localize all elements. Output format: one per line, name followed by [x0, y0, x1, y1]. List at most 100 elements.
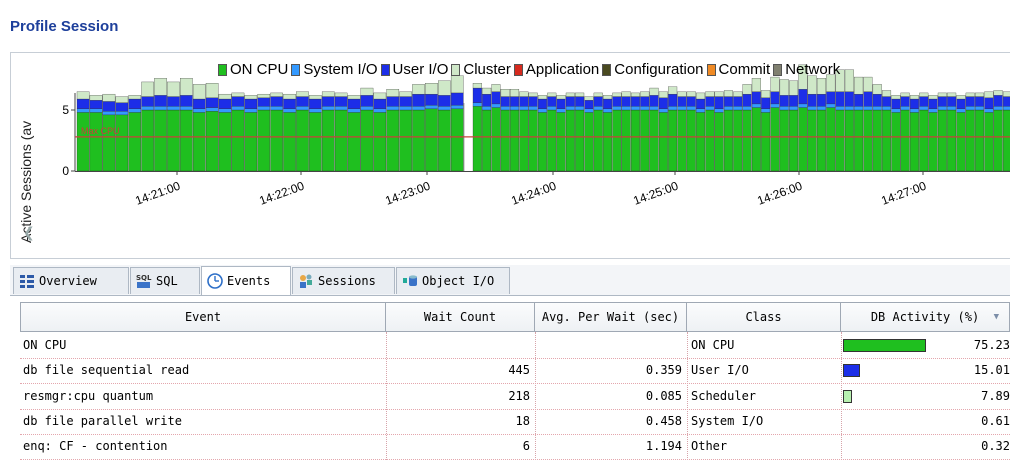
tab-object-i-o[interactable]: Object I/O	[396, 267, 510, 294]
cell-wait-count: 218	[508, 388, 530, 403]
bar-segment	[947, 92, 957, 97]
bar-segment	[309, 95, 322, 100]
sort-desc-icon[interactable]: ▼	[994, 312, 999, 322]
bar-segment	[696, 92, 706, 100]
bar-segment	[900, 92, 910, 97]
bar-segment	[909, 108, 919, 113]
bar-segment	[309, 108, 322, 113]
bar-segment	[826, 107, 836, 172]
bar-segment	[919, 92, 929, 97]
column-header-event[interactable]: Event	[20, 302, 386, 332]
table-row[interactable]: resmgr:cpu quantum 218 0.085 Scheduler 7.89	[20, 384, 1010, 410]
tab-label: Sessions	[318, 274, 376, 288]
bar-segment	[76, 98, 90, 109]
bar-segment	[556, 98, 566, 109]
bar-segment	[630, 92, 640, 97]
tab-overview[interactable]: Overview	[13, 267, 129, 294]
bar-segment	[928, 108, 938, 113]
bar-segment	[386, 89, 400, 97]
bar-segment	[510, 96, 520, 107]
bar-segment	[807, 109, 817, 172]
column-header-db-activity[interactable]: DB Activity (%) ▼	[841, 302, 1010, 332]
bar-segment	[296, 109, 309, 172]
bar-segment	[779, 106, 789, 111]
column-header-label: Class	[745, 310, 782, 324]
bar-segment	[472, 102, 482, 107]
bar-segment	[603, 95, 613, 100]
column-header-class[interactable]: Class	[687, 302, 841, 332]
table-row[interactable]: db file sequential read 445 0.359 User I/O 1…	[20, 358, 1010, 385]
bar-segment	[76, 108, 90, 113]
legend-item: Network	[773, 61, 840, 78]
bar-segment	[612, 106, 622, 111]
bar-segment	[770, 107, 780, 172]
bar-segment	[751, 78, 761, 92]
cell-event: resmgr:cpu quantum	[23, 388, 154, 403]
cell-avg-wait: 1.194	[645, 439, 682, 454]
cell-avg-wait	[535, 333, 682, 358]
tab-sql[interactable]: SQL SQL	[130, 267, 200, 294]
bar-segment	[640, 96, 650, 107]
bar-segment	[115, 102, 129, 112]
bar-segment	[872, 84, 882, 95]
y-tick-label: 0	[62, 164, 69, 178]
bar-segment	[360, 95, 374, 107]
bar-segment	[556, 108, 566, 113]
table-row[interactable]: enq: CF - contention 6 1.194 Other 0.32	[20, 434, 1010, 460]
bar-segment	[882, 90, 892, 97]
bar-segment	[565, 109, 575, 172]
bar-segment	[891, 98, 901, 109]
bar-segment	[180, 78, 193, 96]
tab-sessions[interactable]: Sessions	[292, 267, 395, 294]
column-header-wait-count[interactable]: Wait Count	[386, 302, 535, 332]
bar-segment	[472, 106, 482, 172]
bar-segment	[412, 109, 425, 172]
bar-segment	[872, 109, 882, 172]
column-header-label: Wait Count	[423, 310, 497, 324]
bar-segment	[696, 108, 706, 113]
bar-segment	[723, 106, 733, 111]
table-row[interactable]: ON CPU ON CPU 75.23	[20, 333, 1010, 359]
bar-segment	[872, 93, 882, 107]
bar-segment	[742, 84, 752, 95]
tab-label: Object I/O	[422, 274, 495, 288]
bar-segment	[296, 106, 309, 111]
bar-segment	[399, 96, 412, 107]
bar-segment	[658, 112, 668, 172]
bar-segment	[603, 98, 613, 109]
bar-segment	[900, 109, 910, 172]
cell-activity: 0.32	[981, 439, 1010, 454]
bar-segment	[668, 106, 678, 111]
bar-segment	[537, 108, 547, 113]
tab-label: SQL	[156, 274, 178, 288]
bar-segment	[779, 109, 789, 172]
bar-segment	[975, 92, 985, 97]
bar-segment	[844, 91, 854, 107]
bar-segment	[714, 112, 724, 172]
legend-item: Commit	[706, 61, 770, 78]
bar-segment	[547, 109, 557, 172]
x-tick-label: 14:21:00	[133, 179, 182, 208]
bar-segment	[115, 96, 129, 103]
bar-segment	[705, 91, 715, 97]
bar-segment	[640, 91, 650, 97]
tab-events[interactable]: Events	[201, 266, 291, 295]
bar-segment	[714, 108, 724, 113]
scroll-left-icon[interactable]: ❮	[23, 225, 41, 243]
bar-segment	[373, 98, 387, 109]
bar-segment	[882, 106, 892, 111]
legend-swatch	[451, 63, 461, 76]
legend-item: Application	[513, 61, 599, 78]
bar-segment	[412, 106, 425, 111]
table-row[interactable]: db file parallel write 18 0.458 System I/O 0…	[20, 409, 1010, 435]
bar-segment	[621, 109, 631, 172]
bar-segment	[425, 104, 438, 109]
bar-segment	[891, 108, 901, 113]
bar-segment	[649, 106, 659, 111]
column-header-avg-per-wait-sec[interactable]: Avg. Per Wait (sec)	[535, 302, 687, 332]
bar-segment	[630, 106, 640, 111]
bar-segment	[438, 80, 451, 96]
bar-segment	[844, 109, 854, 172]
bar-segment	[621, 96, 631, 107]
bar-segment	[658, 91, 668, 98]
